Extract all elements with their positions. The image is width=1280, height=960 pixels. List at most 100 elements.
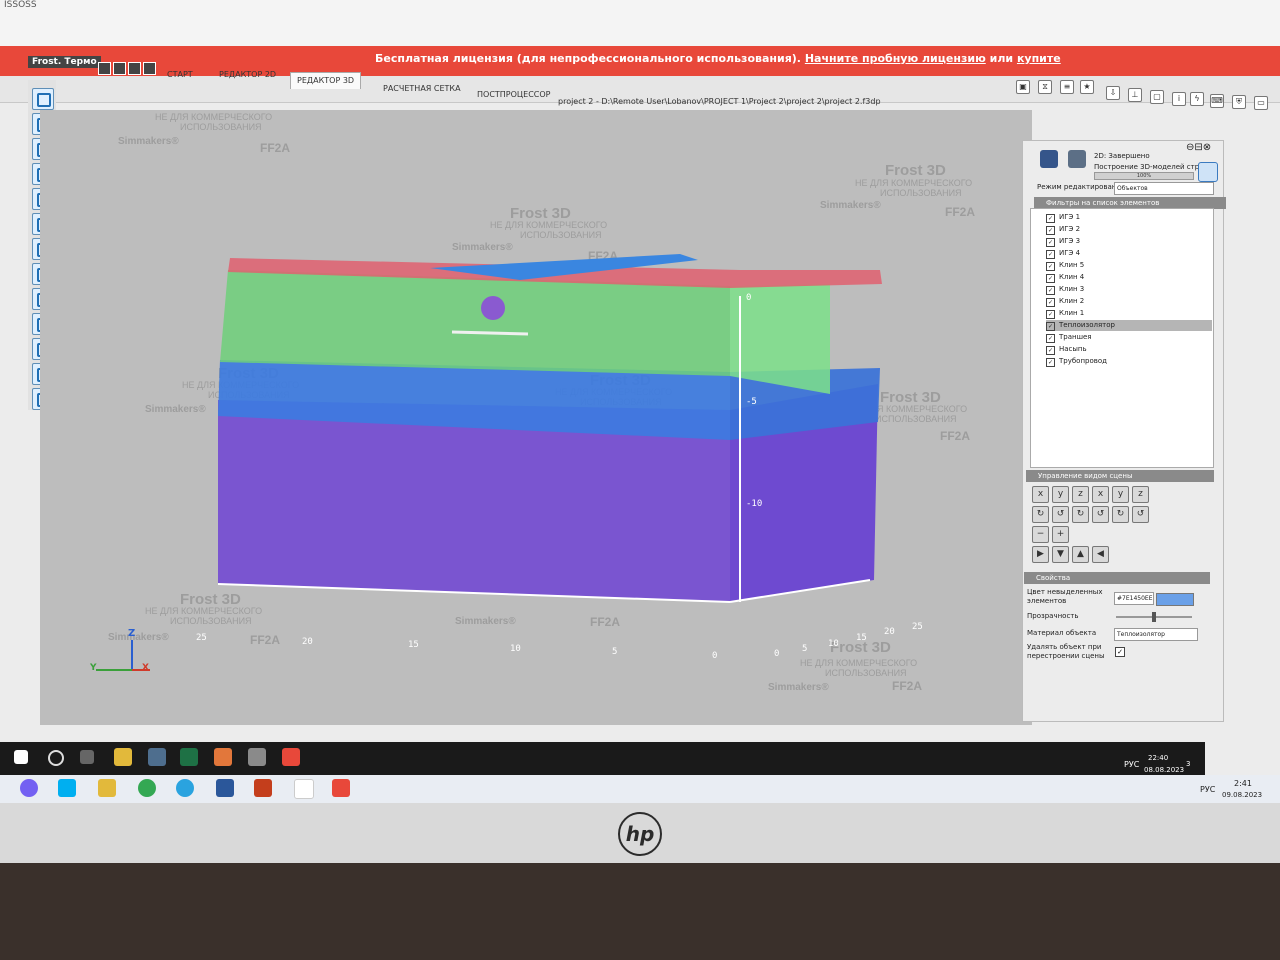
save-icon[interactable] [98, 62, 111, 75]
search-icon[interactable] [48, 750, 64, 766]
skype-icon[interactable] [58, 779, 76, 797]
view-z-icon[interactable]: z [1072, 486, 1089, 503]
undo-icon[interactable] [128, 62, 141, 75]
tab-editor-3d[interactable]: РЕДАКТОР 3D [290, 72, 362, 89]
telegram-icon[interactable] [176, 779, 194, 797]
pin-icon[interactable]: ⊥ [1128, 88, 1142, 102]
rotate-x-back-icon[interactable]: ↺ [1052, 506, 1069, 523]
keyboard-icon[interactable]: ⌨ [1210, 94, 1224, 108]
inner-time[interactable]: 22:40 [1148, 754, 1168, 762]
transparency-slider[interactable] [1116, 612, 1192, 622]
material-select[interactable]: Теплоизолятор [1114, 628, 1198, 641]
zoom-out-icon[interactable]: − [1032, 526, 1049, 543]
windows-start-icon[interactable] [14, 750, 28, 764]
checkbox[interactable]: ✓ [1046, 286, 1055, 295]
tab-start[interactable]: СТАРТ [160, 66, 200, 84]
filter-item[interactable]: ✓ Траншея [1046, 332, 1092, 343]
slider-thumb[interactable] [1152, 612, 1156, 622]
view-neg-x-icon[interactable]: x [1092, 486, 1109, 503]
scene-control-header[interactable]: Управление видом сцены [1026, 470, 1214, 482]
filter-item[interactable]: ✓ ИГЭ 1 [1046, 212, 1080, 223]
view-y-icon[interactable]: y [1052, 486, 1069, 503]
folder-icon[interactable] [114, 748, 132, 766]
inner-date[interactable]: 08.08.2023 [1144, 766, 1184, 774]
export-icon[interactable]: ⇩ [1106, 86, 1120, 100]
filter-item[interactable]: ✓ Насыпь [1046, 344, 1087, 355]
database-icon[interactable]: ≡ [1060, 80, 1074, 94]
network-icon[interactable] [148, 748, 166, 766]
edit-mode-select[interactable]: Объектов [1114, 182, 1214, 195]
pan-right-icon[interactable]: ▶ [1032, 546, 1049, 563]
trench-green[interactable] [220, 270, 730, 376]
checkbox[interactable]: ✓ [1046, 274, 1055, 283]
zoom-in-icon[interactable]: + [1052, 526, 1069, 543]
star-icon[interactable]: ★ [1080, 80, 1094, 94]
checkbox[interactable]: ✓ [1046, 214, 1055, 223]
checkbox[interactable]: ✓ [1046, 346, 1055, 355]
open-icon[interactable] [113, 62, 126, 75]
frost-app-icon[interactable] [282, 748, 300, 766]
folder-icon[interactable] [98, 779, 116, 797]
yandex-icon[interactable] [294, 779, 314, 799]
filter-item[interactable]: ✓ Трубопровод [1046, 356, 1107, 367]
filter-item[interactable]: ✓ Клин 4 [1046, 272, 1084, 283]
properties-header[interactable]: Свойства [1024, 572, 1210, 584]
checkbox[interactable]: ✓ [1046, 262, 1055, 271]
trial-link[interactable]: Начните пробную лицензию [805, 52, 986, 65]
tab-postprocessor[interactable]: ПОСТПРОЦЕССОР [470, 86, 557, 104]
rotate-y-icon[interactable]: ↻ [1072, 506, 1089, 523]
checkbox[interactable]: ✓ [1046, 238, 1055, 247]
outer-time[interactable]: 2:41 [1234, 779, 1252, 788]
view-neg-z-icon[interactable]: z [1132, 486, 1149, 503]
app-orange-icon[interactable] [214, 748, 232, 766]
powerpoint-icon[interactable] [254, 779, 272, 797]
filter-item-selected[interactable]: ✓ Теплоизолятор [1046, 320, 1212, 331]
tab-mesh[interactable]: РАСЧЕТНАЯ СЕТКА [376, 80, 468, 98]
checkbox[interactable]: ✓ [1046, 226, 1055, 235]
delete-checkbox[interactable]: ✓ [1115, 647, 1125, 657]
filter-item[interactable]: ✓ Клин 5 [1046, 260, 1084, 271]
pipeline[interactable] [481, 296, 505, 320]
excel-icon[interactable] [180, 748, 198, 766]
select-tool-icon[interactable] [32, 88, 54, 110]
tool-icon-1[interactable]: ▣ [1016, 80, 1030, 94]
rotate-x-icon[interactable]: ↻ [1032, 506, 1049, 523]
checkbox[interactable]: ✓ [1046, 358, 1055, 367]
filter-item[interactable]: ✓ Клин 2 [1046, 296, 1084, 307]
pan-up-icon[interactable]: ▲ [1072, 546, 1089, 563]
play-icon[interactable] [1198, 162, 1218, 182]
checkbox[interactable]: ✓ [1046, 250, 1055, 259]
shield-icon[interactable]: ⛨ [1232, 95, 1246, 109]
outer-date[interactable]: 09.08.2023 [1222, 791, 1262, 799]
rotate-y-back-icon[interactable]: ↺ [1092, 506, 1109, 523]
tab-editor-2d[interactable]: РЕДАКТОР 2D [212, 66, 283, 84]
checkbox[interactable]: ✓ [1046, 310, 1055, 319]
panel-window-buttons[interactable]: ⊖⊟⊗ [1186, 142, 1211, 153]
filter-item[interactable]: ✓ ИГЭ 3 [1046, 236, 1080, 247]
calculator-icon[interactable] [248, 748, 266, 766]
filter-item[interactable]: ✓ ИГЭ 2 [1046, 224, 1080, 235]
checkbox[interactable]: ✓ [1046, 322, 1055, 331]
database-icon[interactable] [1040, 150, 1058, 168]
pan-left-icon[interactable]: ◀ [1092, 546, 1109, 563]
tool-icon-2[interactable]: ⧖ [1038, 80, 1052, 94]
chrome-icon[interactable] [138, 779, 156, 797]
filter-item[interactable]: ✓ Клин 1 [1046, 308, 1084, 319]
info-icon[interactable]: i [1172, 92, 1186, 106]
task-view-icon[interactable] [80, 750, 94, 764]
viber-icon[interactable] [20, 779, 38, 797]
redo-icon[interactable] [143, 62, 156, 75]
inner-lang[interactable]: РУС [1124, 760, 1139, 769]
color-swatch[interactable] [1156, 593, 1194, 606]
view-x-icon[interactable]: x [1032, 486, 1049, 503]
checkbox[interactable]: ✓ [1046, 298, 1055, 307]
view-neg-y-icon[interactable]: y [1112, 486, 1129, 503]
chat-icon[interactable]: ▢ [1150, 90, 1164, 104]
screen-icon[interactable]: ▭ [1254, 96, 1268, 110]
trench-green-side[interactable] [730, 284, 830, 394]
outer-lang[interactable]: РУС [1200, 785, 1215, 794]
rotate-z-back-icon[interactable]: ↺ [1132, 506, 1149, 523]
pan-down-icon[interactable]: ▼ [1052, 546, 1069, 563]
filter-item[interactable]: ✓ ИГЭ 4 [1046, 248, 1080, 259]
word-icon[interactable] [216, 779, 234, 797]
